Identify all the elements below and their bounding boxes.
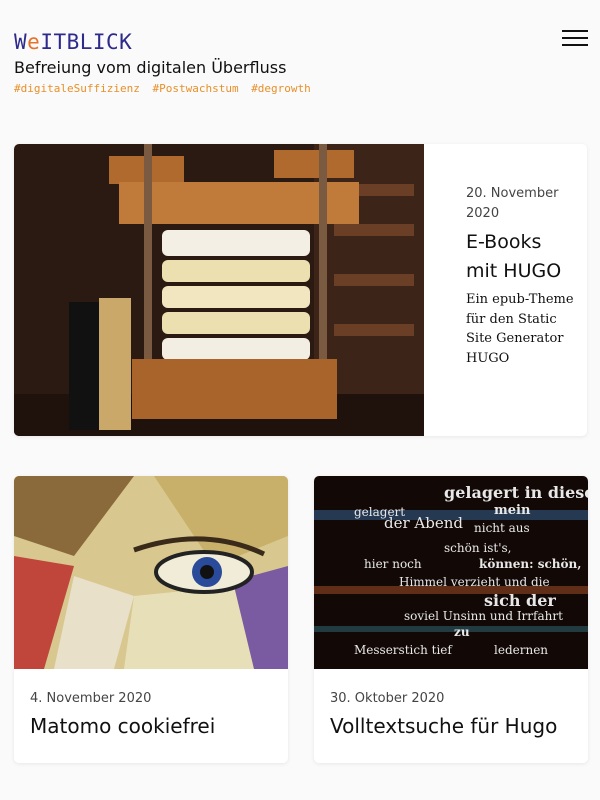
hamburger-menu-icon[interactable]: [562, 30, 588, 50]
post-title[interactable]: Matomo cookiefrei: [30, 714, 215, 738]
poem-line: können: schön,: [479, 557, 581, 571]
post-date: 4. November 2020: [30, 691, 152, 706]
poem-line: zu: [454, 625, 470, 639]
poem-line: der Abend: [384, 514, 463, 532]
post-card-matomo[interactable]: 4. November 2020 Matomo cookiefrei: [14, 476, 288, 763]
poem-line: Messerstich tief: [354, 643, 453, 657]
post-title[interactable]: Volltextsuche für Hugo: [330, 714, 557, 738]
logo-letter-w: W: [14, 30, 28, 54]
logo-letter-e: e: [27, 30, 41, 54]
featured-post-card[interactable]: 20. November 2020 E-Books mit HUGO Ein e…: [14, 144, 587, 436]
post-date: 20. November 2020: [466, 186, 559, 221]
poem-line: nicht aus: [474, 521, 530, 535]
poem-line: soviel Unsinn und Irrfahrt: [404, 609, 563, 623]
hashtag-list: #digitaleSuffizienz #Postwachstum #degro…: [14, 82, 317, 95]
poem-line: gelagert in dieses mein: [444, 483, 588, 502]
hashtag[interactable]: #Postwachstum: [152, 82, 238, 95]
post-description: Ein epub-Theme für den Static Site Gener…: [466, 292, 574, 366]
poem-line: sich der: [484, 591, 556, 610]
poem-line: mein: [494, 503, 531, 518]
poem-line: Himmel verzieht: [399, 575, 500, 589]
post-date: 30. Oktober 2020: [330, 691, 445, 706]
post-card-volltextsuche[interactable]: gelagert in dieses mein gelagert mein de…: [314, 476, 588, 763]
site-logo[interactable]: WeITBLICK: [14, 30, 132, 54]
poem-line: ledernen: [494, 643, 548, 657]
post-title[interactable]: E-Books mit HUGO: [466, 228, 576, 286]
poem-text-image: gelagert in dieses mein gelagert mein de…: [314, 476, 588, 669]
poem-line: und die: [504, 575, 550, 589]
hashtag[interactable]: #digitaleSuffizienz: [14, 82, 140, 95]
hashtag[interactable]: #degrowth: [251, 82, 311, 95]
book-press-image: [14, 144, 424, 436]
site-tagline: Befreiung vom digitalen Überfluss: [14, 58, 287, 77]
poem-line: schön ist's,: [444, 541, 511, 555]
poem-line: hier noch: [364, 557, 422, 571]
logo-rest: ITBLICK: [40, 30, 133, 54]
mosaic-eye-image: [14, 476, 288, 669]
